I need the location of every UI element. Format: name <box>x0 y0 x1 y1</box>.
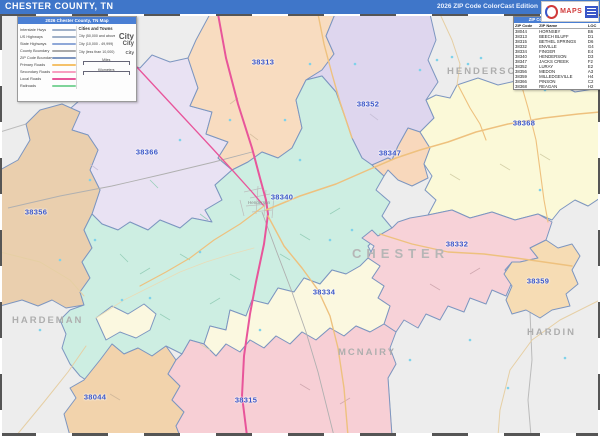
legend-item: Secondary Roads <box>20 68 76 75</box>
legend-city-classes: City (50,000 and above)CityCity (10,000 … <box>79 32 135 56</box>
water-dot <box>451 56 454 59</box>
legend-line-swatch <box>52 50 76 52</box>
legend-item: ZIP Code Boundary <box>20 54 76 61</box>
legend-item: County Boundary <box>20 47 76 54</box>
water-dot <box>259 329 262 332</box>
legend-item-label: Secondary Roads <box>20 70 52 74</box>
map-legend: 2026 Chester County, TN Map Interstate H… <box>17 16 137 102</box>
water-dot <box>299 159 302 162</box>
zip-code-cell: 38368 <box>514 84 538 89</box>
map-title: CHESTER COUNTY, TN <box>5 1 114 11</box>
legend-item: Local Roads <box>20 75 76 82</box>
legend-line-swatch <box>52 64 76 66</box>
legend-item-label: Railroads <box>20 84 52 88</box>
water-dot <box>39 329 42 332</box>
legend-road-items: Interstate Hwys US Highways State Highways… <box>20 26 76 89</box>
zip-index-body: 38044HORNSBYB638313BEECH BLUFFD138315BET… <box>514 29 600 90</box>
water-dot <box>121 299 124 302</box>
legend-item: US Highways <box>20 33 76 40</box>
water-dot <box>89 179 92 182</box>
legend-item-label: State Highways <box>20 42 52 46</box>
water-dot <box>149 297 152 300</box>
logo-card-icon <box>585 6 598 18</box>
city-class-label: City (10,000 - 49,999) <box>79 42 115 46</box>
water-dot <box>284 119 287 122</box>
zip-index-header-row: ZIP Code ZIP Name LOC <box>514 23 600 29</box>
city-class-label: City (50,000 and above) <box>79 34 115 38</box>
water-dot <box>539 189 542 192</box>
legend-city-class: City (less than 10,000) City <box>79 48 135 56</box>
legend-city-class: City (10,000 - 49,999) City <box>79 40 135 48</box>
legend-line-swatch <box>52 85 76 87</box>
publisher-logo: MAPS <box>541 1 599 22</box>
legend-item: Railroads <box>20 82 76 89</box>
water-dot <box>59 259 62 262</box>
edition-label: 2026 ZIP Code ColorCast Edition <box>437 3 538 10</box>
city-class-sample: City <box>125 50 134 55</box>
water-dot <box>409 359 412 362</box>
water-dot <box>179 139 182 142</box>
logo-text: MAPS <box>560 8 582 15</box>
water-dot <box>309 63 312 66</box>
loc-cell: H2 <box>587 84 600 89</box>
legend-line-swatch <box>52 29 76 31</box>
city-class-sample: City <box>123 41 134 47</box>
legend-item: State Highways <box>20 40 76 47</box>
map-document: MADISONHENDERSONCHESTERHARDEMANMCNAIRYHA… <box>0 0 600 436</box>
legend-line-swatch <box>52 71 76 73</box>
legend-line-swatch <box>52 43 76 45</box>
legend-item: Primary Roads <box>20 61 76 68</box>
water-dot <box>329 239 332 242</box>
city-class-sample: City <box>119 32 134 41</box>
legend-line-swatch <box>52 57 76 59</box>
water-dot <box>199 251 202 254</box>
water-dot <box>351 229 354 232</box>
legend-city-class: City (50,000 and above) City <box>79 32 135 40</box>
zip-code-index: ZIP Code Index/Grid Locator ZIP Code ZIP… <box>513 16 600 90</box>
water-dot <box>467 63 470 66</box>
legend-item-label: Interstate Hwys <box>20 28 52 32</box>
grid-tickbar-left <box>0 14 2 436</box>
legend-line-swatch <box>52 36 76 38</box>
zip-index-row: 38368REAGANH2 <box>514 84 600 89</box>
legend-item: Interstate Hwys <box>20 26 76 33</box>
water-dot <box>469 339 472 342</box>
legend-title: 2026 Chester County, TN Map <box>18 17 136 24</box>
legend-item-label: County Boundary <box>20 49 52 53</box>
scale-bar-miles: Miles <box>79 58 135 66</box>
water-dot <box>354 63 357 66</box>
water-dot <box>507 387 510 390</box>
scale-bar-kilometers: Kilometers <box>79 68 135 76</box>
water-dot <box>94 239 97 242</box>
water-dot <box>229 119 232 122</box>
legend-line-swatch <box>52 78 76 80</box>
title-bar: CHESTER COUNTY, TN 2026 ZIP Code ColorCa… <box>0 0 600 14</box>
logo-globe-icon <box>545 5 558 19</box>
legend-item-label: US Highways <box>20 35 52 39</box>
water-dot <box>419 69 422 72</box>
legend-item-label: ZIP Code Boundary <box>20 56 52 60</box>
water-dot <box>564 357 567 360</box>
legend-item-label: Local Roads <box>20 77 52 81</box>
city-class-label: City (less than 10,000) <box>79 50 115 54</box>
legend-item-label: Primary Roads <box>20 63 52 67</box>
zip-name-cell: REAGAN <box>538 84 587 89</box>
water-dot <box>480 57 483 60</box>
zip-region-38368[interactable] <box>420 78 600 220</box>
water-dot <box>436 59 439 62</box>
